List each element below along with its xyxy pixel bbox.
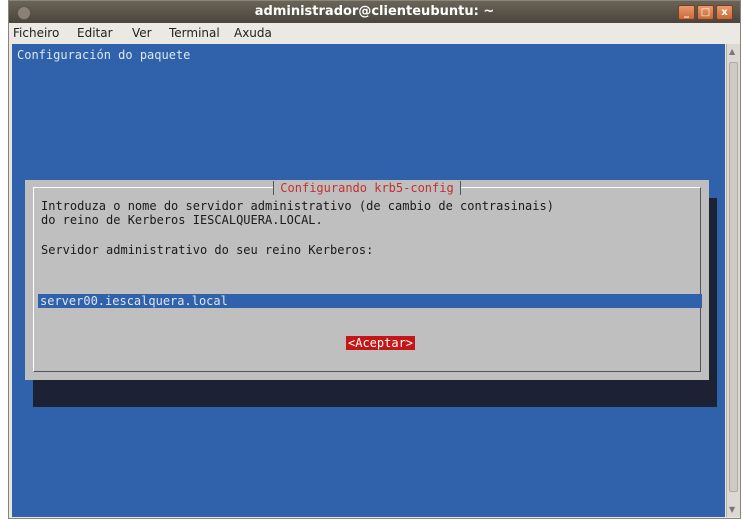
- config-dialog: Configurando krb5-config Introduza o nom…: [25, 180, 709, 380]
- vertical-scrollbar[interactable]: ▲ ▼: [726, 44, 740, 517]
- close-button[interactable]: x: [716, 5, 733, 20]
- menu-ficheiro[interactable]: Ficheiro: [13, 23, 59, 44]
- terminal-screen[interactable]: Configuración do paquete Configurando kr…: [12, 44, 725, 517]
- scroll-down-icon[interactable]: ▼: [729, 505, 735, 514]
- window-title: administrador@clienteubuntu: ~: [254, 4, 495, 19]
- menu-editar[interactable]: Editar: [77, 23, 113, 44]
- maximize-button[interactable]: □: [697, 5, 714, 20]
- aceptar-button[interactable]: <Aceptar>: [346, 336, 416, 350]
- minimize-button[interactable]: _: [678, 5, 695, 20]
- scroll-up-icon[interactable]: ▲: [729, 47, 735, 56]
- terminal-window: administrador@clienteubuntu: ~ _ □ x Fic…: [8, 0, 741, 519]
- menu-bar: Ficheiro Editar Ver Terminal Axuda: [9, 23, 740, 44]
- window-menu-icon[interactable]: [17, 6, 31, 20]
- dialog-line-1: Introduza o nome do servidor administrat…: [41, 199, 554, 213]
- menu-axuda[interactable]: Axuda: [234, 23, 272, 44]
- scrollbar-thumb[interactable]: [729, 62, 738, 492]
- title-bar[interactable]: administrador@clienteubuntu: ~ _ □ x: [9, 1, 740, 23]
- dialog-prompt: Servidor administrativo do seu reino Ker…: [41, 243, 374, 257]
- package-config-title: Configuración do paquete: [17, 48, 191, 62]
- dialog-title-text: Configurando krb5-config: [273, 181, 461, 195]
- admin-server-input[interactable]: server00.iescalquera.local: [38, 294, 702, 308]
- dialog-line-2: do reino de Kerberos IESCALQUERA.LOCAL.: [41, 213, 323, 227]
- menu-terminal[interactable]: Terminal: [169, 23, 220, 44]
- menu-ver[interactable]: Ver: [132, 23, 152, 44]
- dialog-title: Configurando krb5-config: [34, 181, 700, 195]
